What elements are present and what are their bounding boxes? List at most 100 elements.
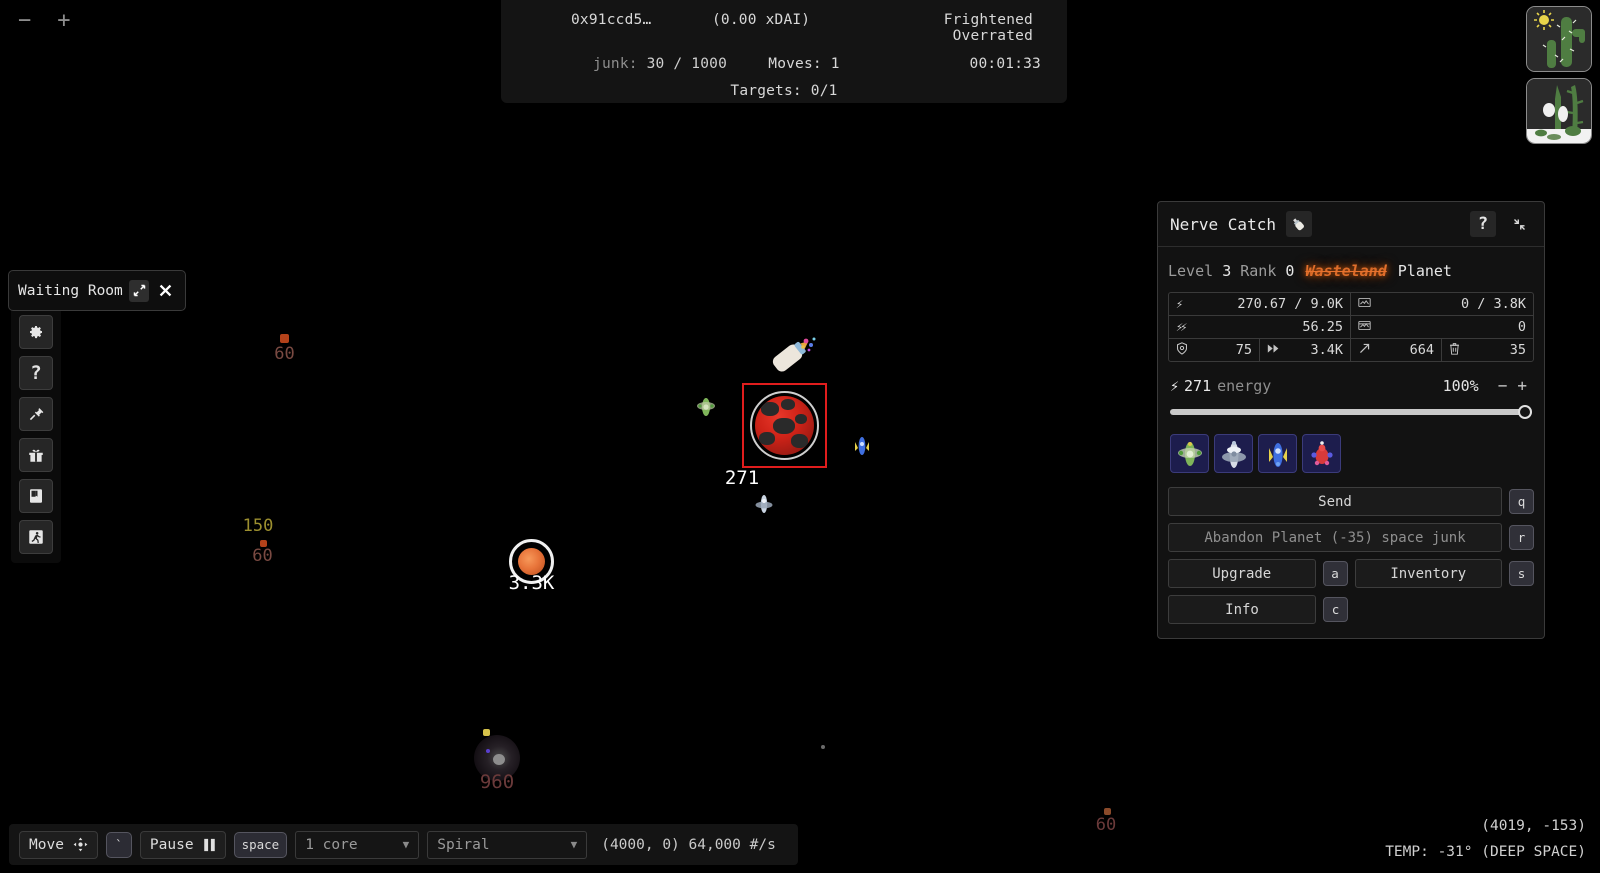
settings-button[interactable] — [19, 315, 53, 349]
planet-orange-3k[interactable]: 3.3K — [509, 539, 554, 594]
level-label: Level — [1168, 262, 1214, 280]
gear-icon — [30, 326, 43, 339]
planet-spiral-960[interactable]: 960 — [474, 729, 520, 793]
help-button[interactable]: ? — [19, 356, 53, 390]
junk-value: 30 / 1000 — [646, 56, 727, 72]
planet-label: 150 — [242, 516, 274, 536]
move-button[interactable]: Move — [19, 830, 98, 859]
baby-bottle-button[interactable] — [1285, 211, 1312, 237]
tundra-biome-thumb[interactable] — [1526, 78, 1592, 144]
fleet-bottle[interactable] — [762, 333, 818, 383]
move-key[interactable]: ` — [105, 831, 132, 858]
chevron-down-icon: ▼ — [402, 838, 410, 851]
waiting-room-expand-button[interactable] — [128, 279, 150, 302]
stat-value: 35 — [1509, 342, 1526, 358]
top-hud: 0x91ccd5… (0.00 xDAI) Frightened Overrat… — [501, 0, 1067, 103]
panel-collapse-button[interactable] — [1506, 211, 1532, 237]
inventory-button[interactable]: Inventory — [1354, 559, 1502, 588]
planet-label: 271 — [724, 467, 760, 489]
energy-decrease-button[interactable]: − — [1493, 376, 1513, 395]
exit-button[interactable] — [19, 520, 53, 554]
pattern-select[interactable]: Spiral ▼ — [427, 830, 588, 859]
move-label: Move — [29, 836, 64, 853]
range-icon — [1358, 342, 1376, 358]
zoom-controls: − + — [12, 8, 77, 34]
stat-range: 664 — [1351, 339, 1442, 361]
upgrade-inventory-row: Upgrade a Inventory s — [1168, 559, 1534, 588]
silver-icon — [1358, 297, 1376, 311]
waiting-room-close-button[interactable] — [155, 280, 176, 302]
zoom-out-button[interactable]: − — [12, 8, 37, 34]
cores-select[interactable]: 1 core ▼ — [295, 830, 420, 859]
stat-value: 664 — [1409, 342, 1434, 358]
junk-trash-icon — [1449, 342, 1467, 358]
map-readout: (4019, -153) TEMP: -31° (DEEP SPACE) — [1385, 814, 1586, 865]
info-key[interactable]: c — [1323, 597, 1348, 622]
stats-row: ⚡⚡ 56.25 0 — [1169, 316, 1533, 339]
pause-label: Pause — [149, 836, 194, 853]
biome-thumbnails — [1526, 6, 1592, 144]
abandon-row: Abandon Planet (-35) space junk r — [1168, 523, 1534, 552]
planet-small-red-b[interactable]: 60 — [252, 540, 273, 566]
fleet-white[interactable] — [753, 492, 775, 520]
inventory-key[interactable]: s — [1509, 561, 1534, 586]
mining-rate: (4000, 0) 64,000 #/s — [601, 836, 776, 853]
library-button[interactable] — [19, 479, 53, 513]
gifts-button[interactable] — [19, 438, 53, 472]
energy-bolt-icon: ⚡ — [1170, 376, 1180, 395]
wallet-address[interactable]: 0x91ccd5… — [527, 12, 712, 44]
plugins-button[interactable] — [19, 397, 53, 431]
planet-detail-panel: Nerve Catch ? Level 3 Rank 0 Wasteland P… — [1157, 201, 1545, 639]
energy-increase-button[interactable]: + — [1512, 376, 1532, 395]
plug-icon — [29, 408, 44, 421]
question-icon: ? — [1477, 214, 1489, 234]
fleet-green[interactable] — [694, 395, 718, 423]
stat-value: 0 — [1517, 319, 1526, 335]
ship-green-button[interactable] — [1170, 434, 1209, 473]
desert-biome-thumb[interactable] — [1526, 6, 1592, 72]
upgrade-button[interactable]: Upgrade — [1168, 559, 1316, 588]
wallet-balance: (0.00 xDAI) — [712, 12, 811, 28]
planet-small-red-a[interactable]: 60 — [274, 334, 295, 364]
slider-knob[interactable] — [1518, 405, 1532, 419]
energy-row: ⚡ 271 energy 100% − + — [1170, 376, 1532, 395]
ship-blue-button[interactable] — [1258, 434, 1297, 473]
info-button[interactable]: Info — [1168, 595, 1316, 624]
energy-percent: 100% — [1442, 376, 1479, 395]
send-key[interactable]: q — [1509, 489, 1534, 514]
upgrade-key[interactable]: a — [1322, 561, 1348, 586]
pause-button[interactable]: Pause — [139, 830, 226, 859]
baby-bottle-icon — [1293, 217, 1305, 230]
player-name: Frightened Overrated — [943, 12, 1033, 44]
planet-label: 60 — [252, 546, 273, 566]
session-timer: 00:01:33 — [969, 56, 1041, 72]
chevron-down-icon: ▼ — [570, 838, 578, 851]
energy-slider[interactable] — [1170, 405, 1532, 419]
zoom-in-button[interactable]: + — [51, 8, 76, 34]
moves-counter: Moves: 1 — [768, 56, 840, 72]
stat-junk: 35 — [1442, 339, 1533, 361]
gift-icon — [29, 449, 43, 462]
stat-silver: 0 / 3.8K — [1351, 293, 1533, 315]
biome-badge: Wasteland — [1305, 262, 1387, 280]
ship-white-button[interactable] — [1214, 434, 1253, 473]
fleet-blue-right[interactable] — [850, 434, 874, 462]
abandon-planet-button[interactable]: Abandon Planet (-35) space junk — [1168, 523, 1502, 552]
pause-key[interactable]: space — [233, 831, 288, 858]
send-button[interactable]: Send — [1168, 487, 1502, 516]
level-value: 3 — [1222, 262, 1232, 280]
send-row: Send q — [1168, 487, 1534, 516]
panel-help-button[interactable]: ? — [1470, 211, 1496, 237]
stat-value: 0 / 3.8K — [1460, 296, 1526, 312]
rank-value: 0 — [1285, 262, 1295, 280]
planet-small-60-c[interactable]: 60 — [1096, 808, 1116, 835]
planet-suffix: Planet — [1397, 262, 1452, 280]
targets-counter: Targets: 0/1 — [730, 83, 838, 99]
abandon-key[interactable]: r — [1509, 525, 1534, 550]
close-icon — [159, 284, 172, 297]
question-icon: ? — [30, 362, 42, 384]
book-icon — [30, 489, 42, 503]
stats-row: ⚡ 270.67 / 9.0K 0 / 3.8K — [1169, 293, 1533, 316]
ship-red-button[interactable] — [1302, 434, 1341, 473]
junk-label: junk: — [593, 56, 638, 72]
